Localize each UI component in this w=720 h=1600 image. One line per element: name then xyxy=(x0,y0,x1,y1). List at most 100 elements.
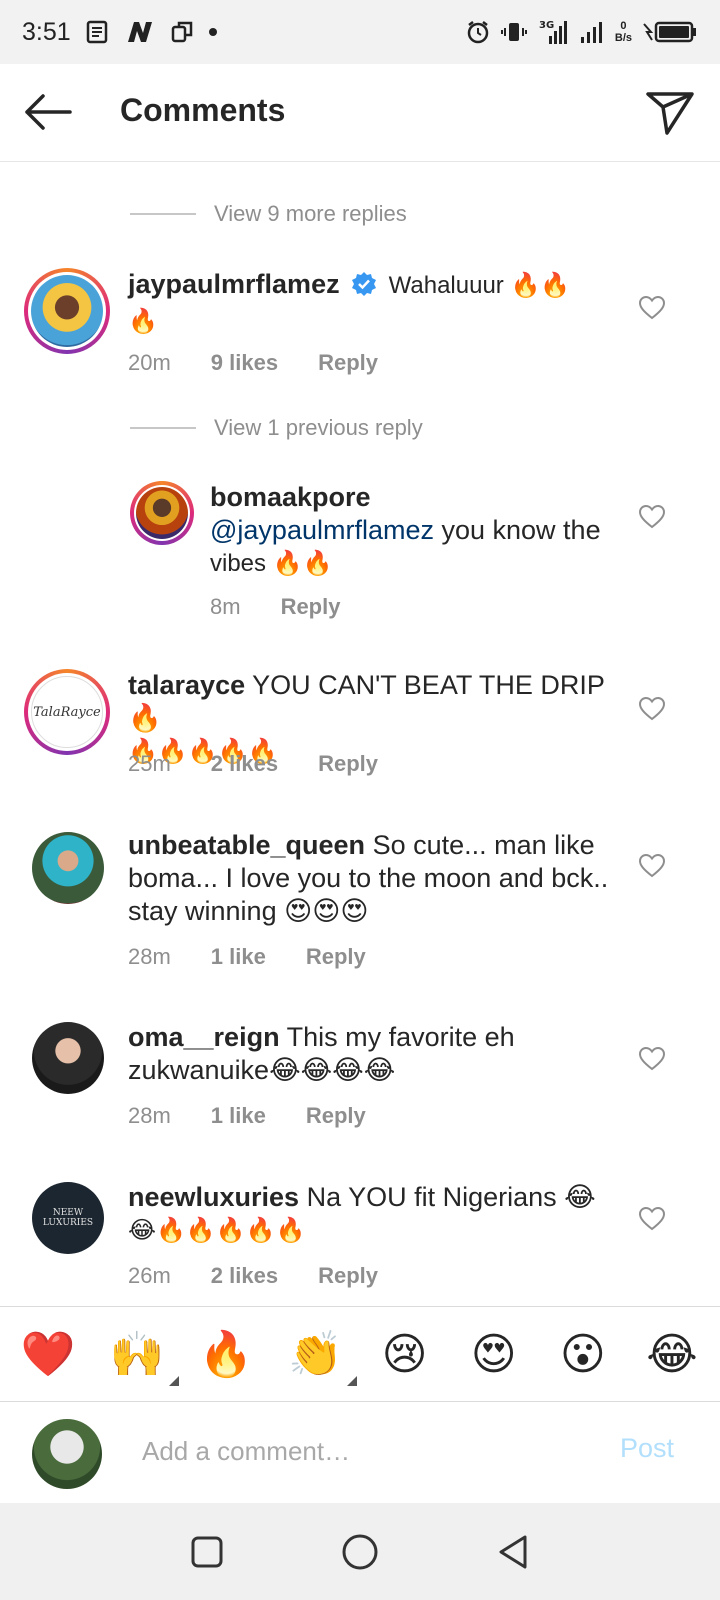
reaction-laughing[interactable]: 😂 xyxy=(642,1329,702,1380)
avatar-logo-text: LUXURIES xyxy=(42,1218,94,1228)
reply-button[interactable]: Reply xyxy=(318,1263,378,1289)
comment-body: bomaakpore @jaypaulmrflamez you know the… xyxy=(210,481,630,580)
alarm-icon xyxy=(465,19,491,45)
reaction-raising-hands[interactable]: 🙌 xyxy=(107,1328,180,1386)
more-notifications-dot xyxy=(208,28,217,36)
reaction-crying[interactable]: 😢 xyxy=(375,1329,435,1380)
direct-message-button[interactable] xyxy=(642,86,698,140)
like-button[interactable] xyxy=(638,1206,666,1232)
comment-item: NEEW LUXURIES neewluxuries Na YOU fit Ni… xyxy=(0,1178,720,1305)
like-button[interactable] xyxy=(638,1046,666,1072)
comment-meta: 28m 1 like Reply xyxy=(128,1103,366,1129)
comment-likes[interactable]: 1 like xyxy=(211,944,266,970)
heart-outline-icon xyxy=(639,505,665,529)
comment-likes[interactable]: 1 like xyxy=(211,1103,266,1129)
system-nav-bar xyxy=(0,1503,720,1600)
comment-body: unbeatable_queen So cute... man like bom… xyxy=(128,829,628,928)
comment-time: 26m xyxy=(128,1263,171,1288)
comment-meta: 20m 9 likes Reply xyxy=(128,350,378,376)
comment-text-cont: zukwanuike😂😂😂😂 xyxy=(128,1055,396,1085)
avatar[interactable] xyxy=(32,832,104,904)
reaction-clap[interactable]: 👏 xyxy=(285,1328,358,1386)
view-previous-reply[interactable]: View 1 previous reply xyxy=(130,415,423,441)
square-icon xyxy=(191,1536,223,1567)
avatar[interactable]: NEEW LUXURIES xyxy=(32,1182,104,1254)
post-button[interactable]: Post xyxy=(620,1433,674,1464)
sync-notification-icon xyxy=(169,19,195,45)
avatar[interactable] xyxy=(130,481,194,545)
comment-time: 20m xyxy=(128,350,171,375)
reaction-heart[interactable]: ❤️ xyxy=(18,1328,78,1380)
skin-tone-indicator xyxy=(169,1376,180,1386)
comment-meta: 26m 2 likes Reply xyxy=(128,1263,378,1289)
reaction-heart-eyes[interactable]: 😍 xyxy=(464,1329,524,1380)
comment-username[interactable]: oma__reign xyxy=(128,1022,280,1052)
comment-username[interactable]: talarayce xyxy=(128,670,245,700)
comment-time: 28m xyxy=(128,1103,171,1128)
circle-icon xyxy=(342,1534,378,1569)
page-title: Comments xyxy=(120,92,286,128)
comment-meta: 25m 2 likes Reply xyxy=(128,751,378,777)
network-speed: 0 B/s xyxy=(614,20,632,44)
comment-meta: 28m 1 like Reply xyxy=(128,944,366,970)
signal-bars-icon xyxy=(579,19,605,45)
comment-body: jaypaulmrflamez Wahaluuur 🔥🔥 🔥 xyxy=(128,268,608,338)
comments-list[interactable]: View 9 more replies jaypaulmrflamez Waha… xyxy=(0,163,720,1305)
reply-item: bomaakpore @jaypaulmrflamez you know the… xyxy=(0,478,720,628)
comment-body: neewluxuries Na YOU fit Nigerians 😂 😂🔥🔥🔥… xyxy=(128,1181,628,1247)
like-button[interactable] xyxy=(638,696,666,722)
mention-link[interactable]: @jaypaulmrflamez xyxy=(210,515,434,545)
avatar[interactable]: TalaRayce xyxy=(24,669,110,755)
battery-charging-icon xyxy=(642,20,698,44)
avatar[interactable] xyxy=(32,1022,104,1094)
reply-button[interactable]: Reply xyxy=(318,751,378,777)
reply-button[interactable]: Reply xyxy=(318,350,378,376)
comment-time: 8m xyxy=(210,594,241,619)
comment-username[interactable]: jaypaulmrflamez xyxy=(128,269,340,299)
comment-text-cont: 🔥 xyxy=(128,308,158,335)
reply-button[interactable]: Reply xyxy=(306,944,366,970)
quick-reactions-bar: ❤️ 🙌 🔥 👏 😢 😍 😮 😂 xyxy=(0,1306,720,1402)
comment-meta: 8m Reply xyxy=(210,594,340,620)
heart-outline-icon xyxy=(639,296,665,320)
comment-likes[interactable]: 9 likes xyxy=(211,350,278,376)
comment-text-cont: boma... I love you to the moon and bck.. xyxy=(128,863,609,893)
comment-likes[interactable]: 2 likes xyxy=(211,1263,278,1289)
comment-text: you know the xyxy=(433,515,601,545)
notes-notification-icon xyxy=(85,19,111,45)
app-header: Comments xyxy=(0,64,720,162)
like-button[interactable] xyxy=(638,504,666,530)
reply-button[interactable]: Reply xyxy=(306,1103,366,1129)
paper-plane-icon xyxy=(646,92,694,135)
arrow-left-icon xyxy=(25,94,72,130)
avatar[interactable] xyxy=(24,268,110,354)
reaction-fire[interactable]: 🔥 xyxy=(196,1328,256,1380)
view-more-replies[interactable]: View 9 more replies xyxy=(130,201,407,227)
skin-tone-indicator xyxy=(347,1376,358,1386)
back-nav-button[interactable] xyxy=(488,1527,538,1577)
home-button[interactable] xyxy=(335,1527,385,1577)
reply-button[interactable]: Reply xyxy=(281,594,341,620)
comment-item: jaypaulmrflamez Wahaluuur 🔥🔥 🔥 20m 9 lik… xyxy=(0,265,720,395)
comment-item: oma__reign This my favorite eh zukwanuik… xyxy=(0,1018,720,1148)
comment-text: So cute... man like xyxy=(365,830,595,860)
avatar-logo-text: TalaRayce xyxy=(33,704,101,720)
comment-text: This my favorite eh xyxy=(279,1022,515,1052)
recents-button[interactable] xyxy=(182,1527,232,1577)
comment-likes[interactable]: 2 likes xyxy=(211,751,278,777)
svg-text:3G: 3G xyxy=(539,20,554,31)
back-button[interactable] xyxy=(22,90,74,134)
reaction-surprised[interactable]: 😮 xyxy=(553,1329,613,1380)
current-user-avatar xyxy=(32,1419,102,1489)
triangle-back-icon xyxy=(499,1535,527,1568)
comment-text-cont: stay winning 😍😍😍 xyxy=(128,896,369,926)
comment-username[interactable]: unbeatable_queen xyxy=(128,830,365,860)
comment-input[interactable] xyxy=(142,1431,582,1471)
comment-username[interactable]: bomaakpore xyxy=(210,481,630,514)
signal-3g-icon: 3G xyxy=(537,18,569,46)
comment-username[interactable]: neewluxuries xyxy=(128,1182,299,1212)
like-button[interactable] xyxy=(638,295,666,321)
like-button[interactable] xyxy=(638,853,666,879)
avatar-logo-text: NEEW xyxy=(52,1208,84,1218)
status-time: 3:51 xyxy=(22,17,71,46)
